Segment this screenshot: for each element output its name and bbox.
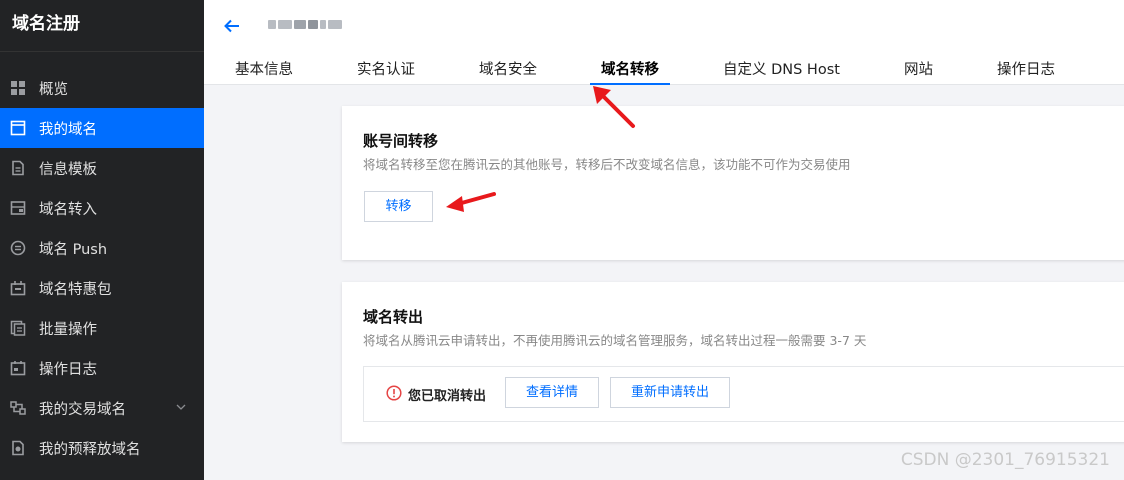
calendar-icon <box>10 360 26 376</box>
transfer-out-title: 域名转出 <box>363 308 424 326</box>
trade-icon <box>10 400 26 416</box>
main-content: 基本信息 实名认证 域名安全 域名转移 自定义 DNS Host 网站 操作日志… <box>204 0 1124 480</box>
sidebar-menu: 概览 我的域名 信息模板 域名转入 域名 Push 域名特惠包 批量操作 操作日… <box>0 68 204 468</box>
sidebar-item-label: 批量操作 <box>39 321 97 338</box>
package-icon <box>10 280 26 296</box>
transfer-out-status: 您已取消转出 查看详情 重新申请转出 <box>363 366 1124 422</box>
sidebar-item-label: 概览 <box>39 81 68 98</box>
push-icon <box>10 240 26 256</box>
sidebar-item-label: 域名特惠包 <box>39 281 112 298</box>
sidebar-item-overview[interactable]: 概览 <box>0 68 204 108</box>
transfer-in-icon <box>10 200 26 216</box>
sidebar-item-label: 域名转入 <box>39 201 97 218</box>
tab-domain-transfer[interactable]: 域名转移 <box>590 60 670 85</box>
dashboard-icon <box>10 80 26 96</box>
tab-basic-info[interactable]: 基本信息 <box>224 60 304 85</box>
sidebar-item-batch[interactable]: 批量操作 <box>0 308 204 348</box>
reapply-transfer-out-button[interactable]: 重新申请转出 <box>610 377 730 408</box>
sidebar-item-label: 操作日志 <box>39 361 97 378</box>
batch-icon <box>10 320 26 336</box>
account-transfer-card: 账号间转移 将域名转移至您在腾讯云的其他账号，转移后不改变域名信息，该功能不可作… <box>342 106 1124 260</box>
view-details-button[interactable]: 查看详情 <box>505 377 599 408</box>
sidebar-item-label: 我的预释放域名 <box>39 441 141 458</box>
sidebar-item-label: 我的交易域名 <box>39 401 126 418</box>
tab-real-name[interactable]: 实名认证 <box>346 60 426 85</box>
sidebar-item-prerelease-domains[interactable]: 我的预释放域名 <box>0 428 204 468</box>
sidebar-item-label: 我的域名 <box>39 121 97 138</box>
account-transfer-description: 将域名转移至您在腾讯云的其他账号，转移后不改变域名信息，该功能不可作为交易使用 <box>363 157 851 172</box>
page-header: 基本信息 实名认证 域名安全 域名转移 自定义 DNS Host 网站 操作日志 <box>204 0 1124 85</box>
release-icon <box>10 440 26 456</box>
sidebar-item-label: 信息模板 <box>39 161 97 178</box>
watermark: CSDN @2301_76915321 <box>900 450 1110 470</box>
chevron-down-icon[interactable] <box>176 402 186 412</box>
sidebar-item-templates[interactable]: 信息模板 <box>0 148 204 188</box>
tab-custom-dns-host[interactable]: 自定义 DNS Host <box>712 60 851 85</box>
sidebar-item-transfer-in[interactable]: 域名转入 <box>0 188 204 228</box>
sidebar-item-my-domains[interactable]: 我的域名 <box>0 108 204 148</box>
window-icon <box>10 120 26 136</box>
sidebar-item-label: 域名 Push <box>39 241 108 258</box>
tab-operation-log[interactable]: 操作日志 <box>986 60 1066 85</box>
sidebar-item-trade-domains[interactable]: 我的交易域名 <box>0 388 204 428</box>
status-text: 您已取消转出 <box>408 389 487 404</box>
transfer-out-description: 将域名从腾讯云申请转出，不再使用腾讯云的域名管理服务，域名转出过程一般需要 3-… <box>363 333 867 348</box>
domain-transfer-out-card: 域名转出 将域名从腾讯云申请转出，不再使用腾讯云的域名管理服务，域名转出过程一般… <box>342 282 1124 442</box>
tab-domain-security[interactable]: 域名安全 <box>468 60 548 85</box>
sidebar-title: 域名注册 <box>0 0 204 52</box>
sidebar-item-logs[interactable]: 操作日志 <box>0 348 204 388</box>
sidebar: 域名注册 概览 我的域名 信息模板 域名转入 域名 Push 域名特惠包 批量操… <box>0 0 204 480</box>
back-arrow-icon[interactable] <box>222 16 242 36</box>
account-transfer-title: 账号间转移 <box>363 132 439 150</box>
warning-icon <box>386 385 402 401</box>
sidebar-item-package[interactable]: 域名特惠包 <box>0 268 204 308</box>
document-icon <box>10 160 26 176</box>
tab-website[interactable]: 网站 <box>893 60 944 85</box>
sidebar-item-push[interactable]: 域名 Push <box>0 228 204 268</box>
transfer-button[interactable]: 转移 <box>364 191 433 222</box>
domain-name-blurred <box>268 17 356 31</box>
tab-bar: 基本信息 实名认证 域名安全 域名转移 自定义 DNS Host 网站 操作日志 <box>224 60 1108 85</box>
